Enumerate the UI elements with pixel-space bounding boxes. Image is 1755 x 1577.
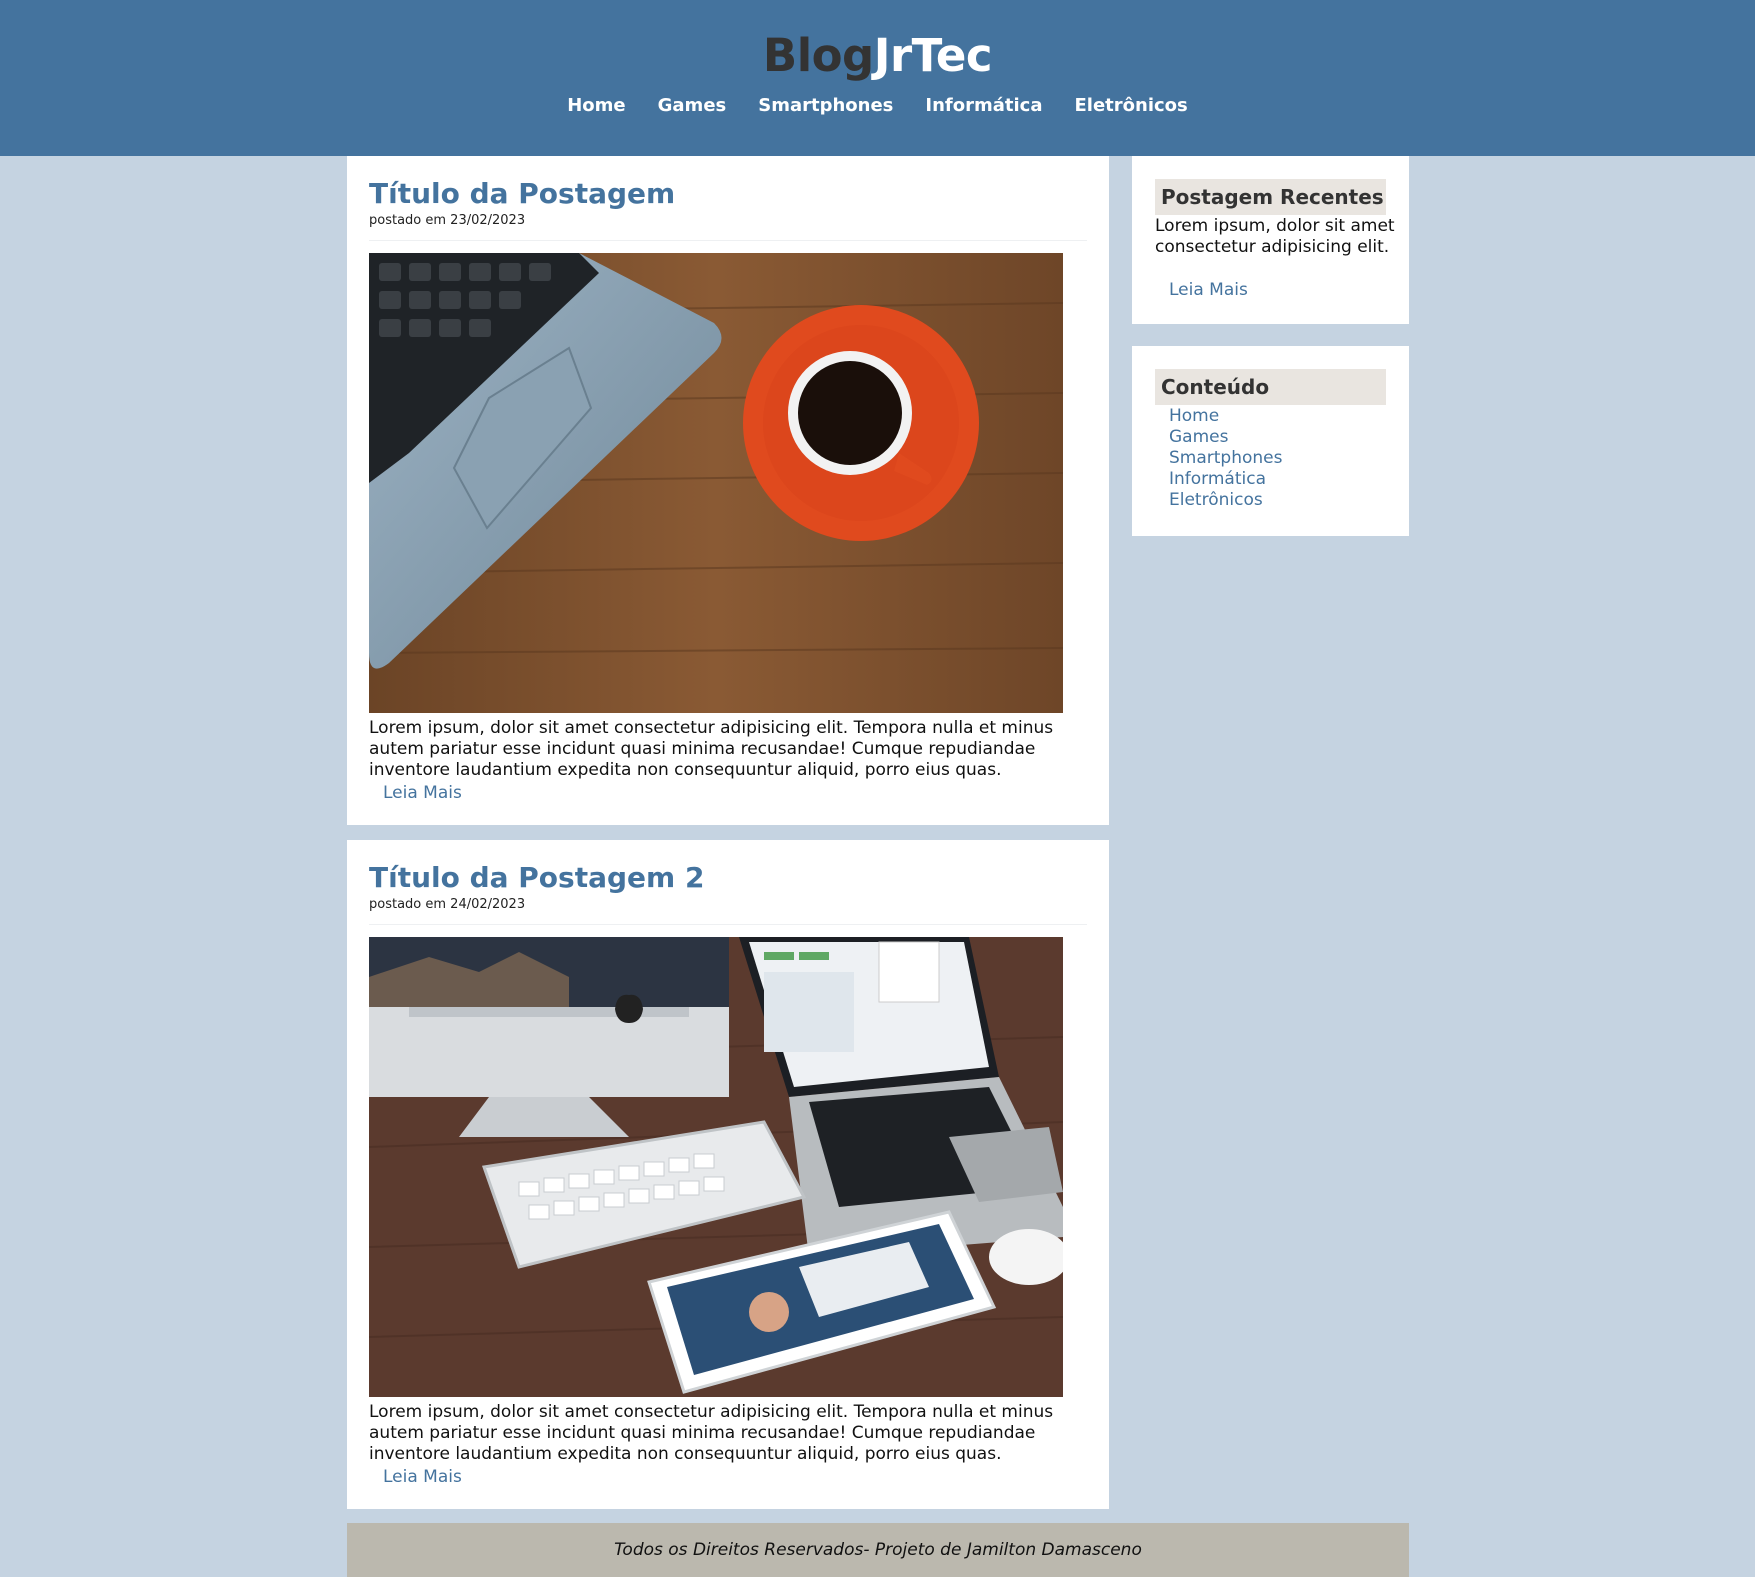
post-date: postado em 24/02/2023 — [369, 897, 526, 912]
site-logo[interactable]: BlogJrTec — [0, 26, 1755, 86]
post-date: postado em 23/02/2023 — [369, 213, 526, 228]
post-title[interactable]: Título da Postagem — [369, 176, 675, 212]
read-more-link[interactable]: Leia Mais — [383, 1466, 462, 1488]
sidebar-content: Conteúdo Home Games Smartphones Informát… — [1132, 346, 1409, 536]
nav-home[interactable]: Home — [551, 92, 641, 120]
nav-games[interactable]: Games — [642, 92, 743, 120]
footer-text: Todos os Direitos Reservados- Projeto de… — [614, 1540, 1142, 1560]
sidebar-link-games[interactable]: Games — [1169, 427, 1228, 448]
post-excerpt: Lorem ipsum, dolor sit amet consectetur … — [369, 718, 1054, 780]
post-divider — [369, 924, 1087, 925]
sidebar-heading-recent: Postagem Recentes — [1155, 179, 1386, 215]
sidebar-link-smartphones[interactable]: Smartphones — [1169, 448, 1282, 469]
sidebar-link-informatica[interactable]: Informática — [1169, 469, 1266, 490]
post-card: Título da Postagem postado em 23/02/2023 — [347, 156, 1109, 825]
logo-part-blog: Blog — [762, 29, 874, 82]
nav-smartphones[interactable]: Smartphones — [742, 92, 909, 120]
site-header: BlogJrTec Home Games Smartphones Informá… — [0, 0, 1755, 156]
sidebar-read-more-link[interactable]: Leia Mais — [1169, 280, 1248, 301]
post-excerpt: Lorem ipsum, dolor sit amet consectetur … — [369, 1402, 1054, 1464]
read-more-link[interactable]: Leia Mais — [383, 782, 462, 804]
post-divider — [369, 240, 1087, 241]
sidebar-recent-excerpt: Lorem ipsum, dolor sit amet consectetur … — [1155, 216, 1395, 257]
post-title[interactable]: Título da Postagem 2 — [369, 860, 704, 896]
sidebar-link-home[interactable]: Home — [1169, 406, 1219, 427]
post-card: Título da Postagem 2 postado em 24/02/20… — [347, 840, 1109, 1509]
post-image-laptop-coffee — [369, 253, 1063, 713]
nav-eletronicos[interactable]: Eletrônicos — [1059, 92, 1204, 120]
sidebar-recent-posts: Postagem Recentes Lorem ipsum, dolor sit… — [1132, 156, 1409, 324]
sidebar-heading-content: Conteúdo — [1155, 369, 1386, 405]
site-footer: Todos os Direitos Reservados- Projeto de… — [347, 1523, 1409, 1577]
sidebar-link-eletronicos[interactable]: Eletrônicos — [1169, 490, 1263, 511]
main-nav: Home Games Smartphones Informática Eletr… — [0, 92, 1755, 120]
logo-part-jrtec: JrTec — [873, 29, 993, 82]
post-image-devices-desk — [369, 937, 1063, 1397]
nav-informatica[interactable]: Informática — [909, 92, 1058, 120]
